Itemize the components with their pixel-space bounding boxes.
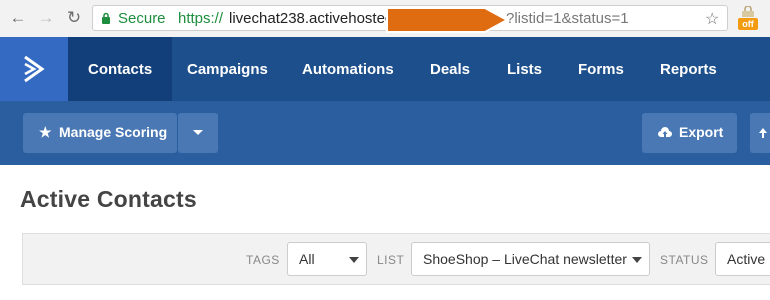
chevron-logo-icon bbox=[24, 55, 45, 83]
tags-filter-label: TAGS bbox=[246, 253, 280, 267]
filter-bar: TAGS All LIST ShoeShop – LiveChat newsle… bbox=[22, 233, 770, 285]
app-navbar: Contacts Campaigns Automations Deals Lis… bbox=[0, 37, 770, 101]
url-query: ?listid=1&status=1 bbox=[506, 10, 629, 27]
status-select-value: Active bbox=[727, 251, 766, 267]
manage-scoring-button[interactable]: ★ Manage Scoring bbox=[23, 113, 177, 153]
more-actions-button[interactable] bbox=[750, 113, 770, 153]
list-select-value: ShoeShop – LiveChat newsletter bbox=[423, 251, 627, 267]
nav-campaigns[interactable]: Campaigns bbox=[187, 37, 268, 101]
url-host: livechat238.activehostec bbox=[229, 10, 393, 27]
lock-icon bbox=[102, 12, 110, 24]
bookmark-star-icon[interactable]: ☆ bbox=[705, 9, 719, 29]
nav-forms[interactable]: Forms bbox=[578, 37, 624, 101]
list-select[interactable]: ShoeShop – LiveChat newsletter bbox=[411, 242, 650, 276]
browser-toolbar: ← → ↻ Secure https:// livechat238.active… bbox=[0, 0, 770, 38]
back-arrow-icon[interactable]: ← bbox=[8, 8, 28, 28]
chevron-down-icon bbox=[349, 257, 359, 263]
extension-badge: off bbox=[738, 18, 758, 30]
page-title: Active Contacts bbox=[20, 186, 197, 212]
chevron-down-icon bbox=[632, 257, 642, 263]
nav-automations[interactable]: Automations bbox=[302, 37, 394, 101]
status-filter-label: STATUS bbox=[660, 253, 709, 267]
forward-arrow-icon[interactable]: → bbox=[36, 8, 56, 28]
url-scheme: https:// bbox=[178, 10, 224, 27]
annotation-arrow bbox=[386, 7, 510, 33]
chevron-down-icon bbox=[193, 130, 203, 135]
contacts-toolbar: ★ Manage Scoring Export bbox=[0, 101, 770, 165]
export-label: Export bbox=[679, 124, 724, 140]
export-button[interactable]: Export bbox=[642, 113, 737, 153]
manage-scoring-label: Manage Scoring bbox=[59, 124, 168, 140]
manage-scoring-dropdown-button[interactable] bbox=[178, 113, 218, 153]
upload-icon bbox=[759, 128, 767, 138]
cloud-upload-icon bbox=[658, 127, 672, 137]
tags-select-value: All bbox=[299, 251, 315, 267]
star-icon: ★ bbox=[39, 124, 52, 140]
list-filter-label: LIST bbox=[377, 253, 405, 267]
nav-lists[interactable]: Lists bbox=[507, 37, 542, 101]
status-select[interactable]: Active bbox=[715, 242, 770, 276]
secure-label: Secure bbox=[118, 10, 166, 27]
reload-icon[interactable]: ↻ bbox=[64, 8, 84, 28]
app-logo[interactable] bbox=[0, 37, 68, 101]
tags-select[interactable]: All bbox=[287, 242, 367, 276]
nav-deals[interactable]: Deals bbox=[430, 37, 470, 101]
extension-icon[interactable]: off bbox=[738, 6, 760, 32]
nav-reports[interactable]: Reports bbox=[660, 37, 717, 101]
nav-contacts[interactable]: Contacts bbox=[68, 37, 173, 101]
extension-bag-icon bbox=[742, 6, 754, 17]
